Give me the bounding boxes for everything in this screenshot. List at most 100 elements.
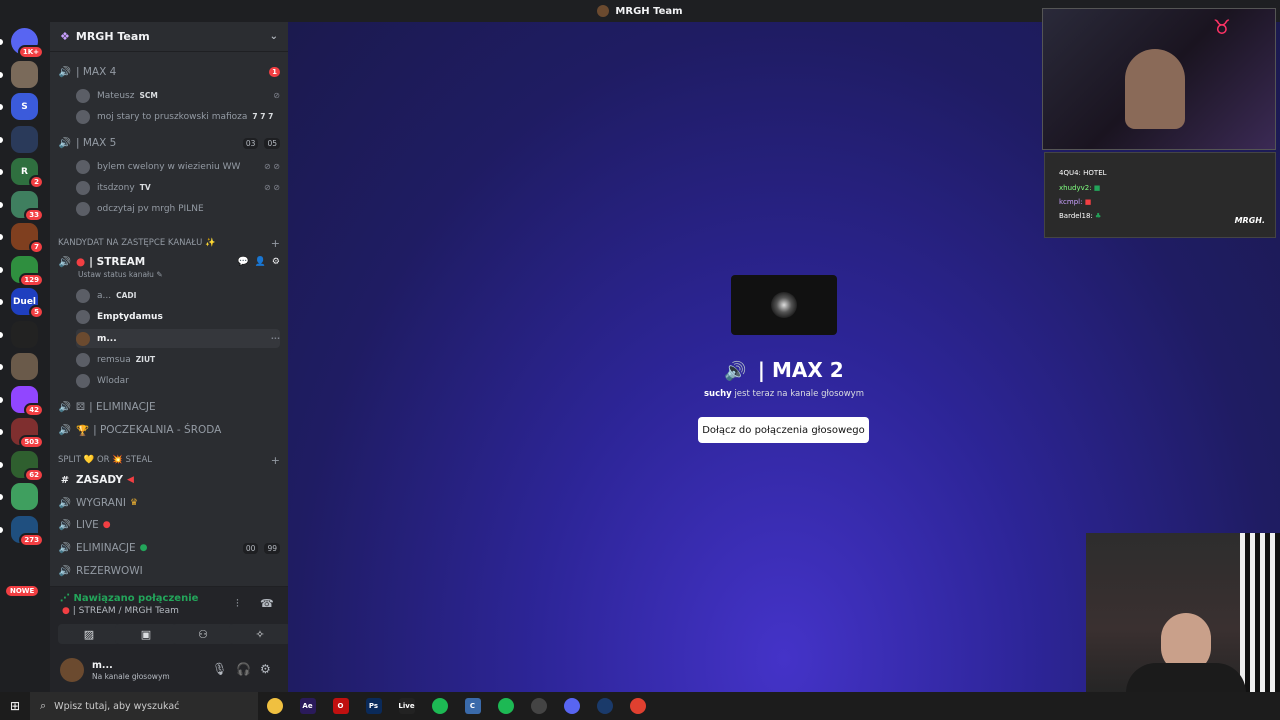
voice-user[interactable]: remsua ZIUT bbox=[76, 350, 280, 369]
server-icon[interactable] bbox=[0, 353, 38, 380]
unread-pill bbox=[0, 234, 3, 240]
server-icon[interactable]: 129 bbox=[0, 255, 44, 287]
server-icon[interactable] bbox=[0, 125, 38, 153]
server-icon[interactable]: 273 bbox=[0, 515, 44, 547]
more-icon[interactable]: ··· bbox=[271, 334, 280, 343]
red-dot-icon: ● bbox=[102, 520, 111, 530]
gear-icon[interactable]: ⚙ bbox=[260, 662, 271, 676]
app-icon bbox=[431, 698, 448, 714]
chevron-down-icon[interactable]: ⌄ bbox=[270, 31, 278, 42]
camera-off-button[interactable]: ▨ bbox=[58, 624, 120, 644]
taskbar-app[interactable] bbox=[522, 692, 555, 720]
category-split-or-steal[interactable]: SPLIT 💛 OR 💥 STEAL + bbox=[58, 452, 280, 468]
taskbar-app[interactable]: O bbox=[324, 692, 357, 720]
channel-wygrani[interactable]: 🔊 WYGRANI ♛ bbox=[58, 493, 280, 513]
taskbar-app[interactable] bbox=[621, 692, 654, 720]
unread-pill bbox=[0, 331, 3, 338]
headphones-icon[interactable]: 🎧 bbox=[236, 662, 251, 676]
invite-icon[interactable]: 👤 bbox=[255, 257, 266, 267]
taskbar-app[interactable] bbox=[588, 692, 621, 720]
channel-zasady[interactable]: # ZASADY ◀ bbox=[58, 470, 280, 490]
channel-max-4[interactable]: 🔊 | MAX 4 1 bbox=[58, 62, 280, 82]
streamer-face bbox=[1125, 49, 1185, 129]
taskbar-app[interactable] bbox=[489, 692, 522, 720]
voice-user-self[interactable]: m... ··· bbox=[76, 329, 280, 348]
channel-name: ELIMINACJE bbox=[76, 542, 136, 554]
server-icon[interactable]: 33 bbox=[0, 190, 44, 222]
channel-stream[interactable]: 🔊 ● | STREAM 💬 👤 ⚙ bbox=[58, 252, 280, 272]
channel-name: ZASADY bbox=[76, 474, 123, 486]
server-icon[interactable]: 7 bbox=[0, 223, 44, 254]
taskbar-app[interactable]: Ae bbox=[291, 692, 324, 720]
taskbar-app[interactable]: Ps bbox=[357, 692, 390, 720]
windows-start-icon[interactable]: ⊞ bbox=[0, 699, 30, 713]
server-icon[interactable]: 1K+ bbox=[0, 28, 44, 59]
unread-pill bbox=[0, 299, 3, 305]
guild-header[interactable]: ❖ MRGH Team ⌄ bbox=[50, 22, 288, 52]
avatar[interactable] bbox=[60, 658, 84, 682]
channel-rezerwowi[interactable]: 🔊 REZERWOWI bbox=[58, 561, 280, 581]
avatar bbox=[76, 159, 90, 174]
voice-user[interactable]: bylem cwelony w wiezieniu WW ⊘ ⊘ bbox=[76, 157, 280, 176]
voice-user[interactable]: Wlodar bbox=[76, 371, 280, 390]
search-icon: ⌕ bbox=[40, 699, 47, 712]
presence-text: suchy jest teraz na kanale głosowym bbox=[703, 389, 864, 399]
channel-status[interactable]: Ustaw status kanału ✎ bbox=[78, 270, 163, 279]
user-name: remsua bbox=[97, 354, 131, 365]
taskbar-app[interactable]: C bbox=[456, 692, 489, 720]
channel-name: | STREAM bbox=[89, 256, 146, 268]
microphone-icon[interactable]: 🎙 bbox=[212, 662, 227, 676]
add-channel-icon[interactable]: + bbox=[271, 454, 280, 467]
channel-max-5[interactable]: 🔊 | MAX 5 03 05 bbox=[58, 133, 280, 153]
join-voice-button[interactable]: Dołącz do połączenia głosowego bbox=[698, 417, 869, 443]
add-channel-icon[interactable]: + bbox=[271, 237, 280, 250]
voice-user[interactable]: moj stary to pruszkowski mafioza 7 7 7 bbox=[76, 107, 280, 126]
screen-share-button[interactable]: ▣ bbox=[115, 624, 177, 644]
server-icon[interactable] bbox=[0, 483, 38, 510]
user-tag: ZIUT bbox=[135, 355, 156, 364]
voice-location[interactable]: ● | STREAM / MRGH Team bbox=[62, 606, 179, 616]
activity-button[interactable]: ⚇ bbox=[172, 624, 234, 644]
voice-user[interactable]: Mateusz SCM ⊘ bbox=[76, 86, 280, 105]
taskbar-search[interactable]: ⌕ Wpisz tutaj, aby wyszukać bbox=[30, 692, 258, 720]
channel-name: WYGRANI bbox=[76, 497, 126, 509]
server-icon[interactable]: 42 bbox=[0, 385, 44, 417]
category-kandydat[interactable]: KANDYDAT NA ZASTĘPCE KANAŁU ✨ + bbox=[58, 235, 280, 251]
server-icon[interactable]: R2 bbox=[0, 158, 44, 189]
gear-icon[interactable]: ⚙ bbox=[272, 257, 280, 267]
unread-pill bbox=[0, 429, 3, 435]
server-icon[interactable]: 503 bbox=[0, 418, 44, 449]
channel-poczekalnia[interactable]: 🔊 🏆 | POCZEKALNIA - ŚRODA bbox=[58, 420, 280, 440]
voice-user[interactable]: Emptydamus bbox=[76, 307, 280, 326]
server-icon[interactable] bbox=[0, 320, 38, 348]
background-stripes bbox=[1240, 533, 1280, 693]
channel-live[interactable]: 🔊 LIVE ● bbox=[58, 515, 280, 535]
disconnect-icon[interactable]: ☎ bbox=[260, 597, 274, 610]
guild-name: MRGH Team bbox=[75, 30, 150, 43]
user-tag: SCM bbox=[139, 91, 158, 100]
channel-eliminacje[interactable]: 🔊 ⚄ | ELIMINACJE bbox=[58, 397, 280, 417]
soundboard-button[interactable]: ✧ bbox=[229, 624, 291, 644]
taskbar-app[interactable] bbox=[258, 692, 291, 720]
voice-user[interactable]: odczytaj pv mrgh PILNE bbox=[76, 199, 280, 218]
taskbar-app[interactable]: Live bbox=[390, 692, 423, 720]
chat-line: Bardel18: ♣ bbox=[1059, 212, 1102, 220]
avatar bbox=[76, 288, 90, 303]
taskbar-app[interactable] bbox=[555, 692, 588, 720]
deafened-icon: ⊘ bbox=[273, 91, 280, 100]
channel-list: 🔊 | MAX 4 1 Mateusz SCM ⊘ moj stary to p… bbox=[50, 53, 288, 587]
server-icon[interactable] bbox=[0, 60, 38, 88]
channel-eliminacje-2[interactable]: 🔊 ELIMINACJE ● 00 99 bbox=[58, 538, 280, 558]
user-name: a... bbox=[97, 290, 112, 301]
taskbar-app[interactable] bbox=[423, 692, 456, 720]
chat-line: kcmpl: ■ bbox=[1059, 198, 1092, 206]
server-icon[interactable]: S bbox=[0, 93, 38, 120]
server-icon[interactable]: Duel 5 bbox=[0, 288, 44, 319]
server-icon[interactable]: 62 bbox=[0, 450, 44, 482]
voice-user[interactable]: a... CADI bbox=[76, 286, 280, 305]
unread-badge: 273 bbox=[19, 532, 44, 547]
chat-icon[interactable]: 💬 bbox=[237, 257, 248, 267]
crown-icon: ♛ bbox=[129, 498, 139, 508]
voice-user[interactable]: itsdzony TV ⊘ ⊘ bbox=[76, 178, 280, 197]
noise-suppression-icon[interactable]: ⫶ bbox=[236, 597, 239, 611]
